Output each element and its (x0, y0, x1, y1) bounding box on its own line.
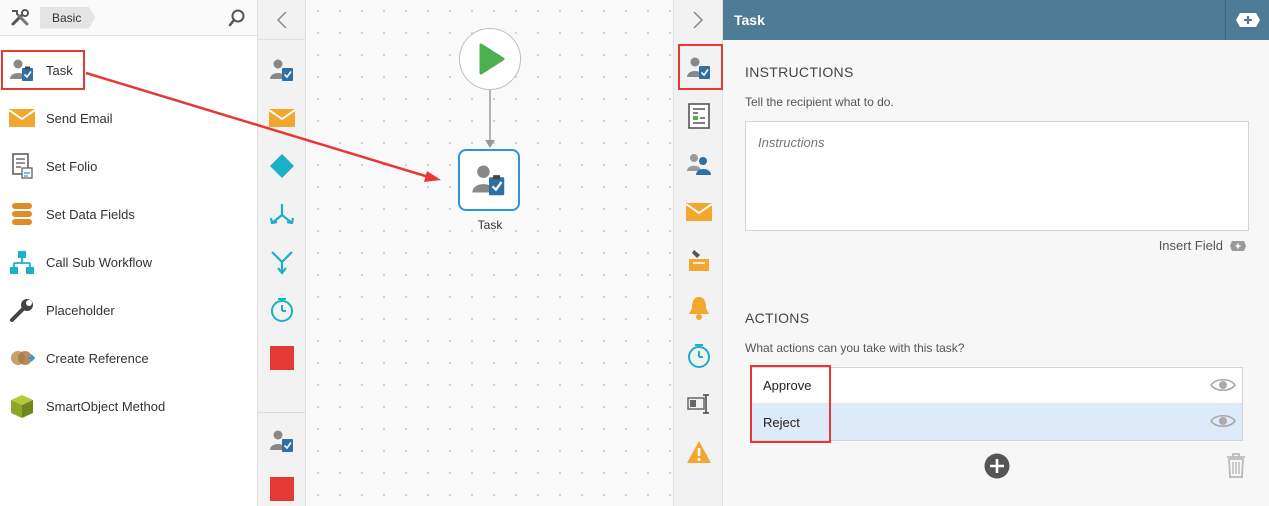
tool-label: Send Email (46, 110, 113, 126)
strip-envelope-icon[interactable] (258, 94, 306, 142)
tool-placeholder[interactable]: Placeholder (0, 286, 257, 334)
tool-label: Set Data Fields (46, 206, 135, 222)
search-icon[interactable] (227, 8, 247, 28)
strip-timer-icon[interactable] (258, 286, 306, 334)
chevron-right-icon (693, 11, 704, 29)
prop-inbox-icon[interactable] (674, 236, 724, 284)
envelope-icon (8, 104, 36, 132)
tool-set-folio[interactable]: Set Folio (0, 142, 257, 190)
prop-warning-icon[interactable] (674, 428, 724, 476)
trash-icon (1227, 453, 1245, 478)
start-node[interactable] (459, 28, 521, 90)
plus-tag-icon (1230, 240, 1246, 251)
tool-label: Placeholder (46, 302, 115, 318)
actions-description: What actions can you take with this task… (745, 341, 965, 355)
tool-create-reference[interactable]: Create Reference (0, 334, 257, 382)
properties-header: Task (723, 0, 1269, 40)
toolbox-header: Basic (0, 0, 257, 36)
instructions-description: Tell the recipient what to do. (745, 95, 894, 109)
tool-task[interactable]: Task (0, 46, 257, 94)
prop-recipients-icon[interactable] (674, 140, 724, 188)
data-fields-icon (8, 200, 36, 228)
task-node[interactable] (458, 149, 520, 211)
insert-field-label: Insert Field (1158, 238, 1223, 253)
reference-icon (8, 344, 36, 372)
insert-field-button[interactable]: Insert Field (1159, 238, 1247, 253)
task-node-label: Task (477, 218, 503, 232)
add-action-button[interactable] (984, 453, 1010, 482)
tool-call-sub-workflow[interactable]: Call Sub Workflow (0, 238, 257, 286)
collapse-right-button[interactable] (674, 0, 722, 40)
task-icon (472, 165, 505, 196)
prop-bell-icon[interactable] (674, 284, 724, 332)
actions-heading: ACTIONS (745, 310, 810, 326)
wrench-icon (8, 296, 36, 324)
folio-icon (8, 152, 36, 180)
smartobject-icon (8, 392, 36, 420)
prop-timer-icon[interactable] (674, 332, 724, 380)
delete-action-button[interactable] (1226, 452, 1246, 481)
play-icon (479, 43, 505, 75)
strip-merge-icon[interactable] (258, 238, 306, 286)
plus-tag-icon (1235, 13, 1260, 27)
eye-icon[interactable] (1210, 377, 1236, 393)
tool-send-email[interactable]: Send Email (0, 94, 257, 142)
breadcrumb[interactable]: Basic (40, 6, 96, 29)
properties-title: Task (734, 12, 765, 28)
prop-form-icon[interactable] (674, 92, 724, 140)
action-row-reject[interactable]: Reject (752, 404, 1242, 440)
tool-label: Set Folio (46, 158, 98, 174)
tool-smartobject-method[interactable]: SmartObject Method (0, 382, 257, 430)
toolbox-panel: Basic Task Send Email Set Folio Set Data… (0, 0, 258, 506)
strip-split-icon[interactable] (258, 190, 306, 238)
eye-icon[interactable] (1210, 413, 1236, 429)
header-add-button[interactable] (1225, 0, 1269, 40)
task-icon (8, 56, 36, 84)
action-label: Reject (763, 414, 800, 430)
prop-text-field-icon[interactable] (674, 380, 724, 428)
prop-task-icon[interactable] (674, 44, 724, 92)
tool-label: Task (46, 62, 73, 78)
tools-icon[interactable] (0, 0, 40, 36)
chevron-left-icon (276, 10, 287, 29)
instructions-heading: INSTRUCTIONS (745, 64, 854, 80)
prop-envelope-icon[interactable] (674, 188, 724, 236)
strip-task-icon-2[interactable] (258, 417, 306, 465)
plus-circle-icon (984, 453, 1010, 479)
instructions-input[interactable] (745, 121, 1249, 231)
properties-icon-strip (673, 0, 723, 506)
strip-decision-icon[interactable] (258, 142, 306, 190)
strip-task-icon[interactable] (258, 46, 306, 94)
properties-panel: Task INSTRUCTIONS Tell the recipient wha… (723, 0, 1269, 506)
tool-label: Call Sub Workflow (46, 254, 152, 270)
strip-end-icon[interactable] (258, 334, 306, 382)
strip-end-icon-2[interactable] (258, 465, 306, 506)
action-label: Approve (763, 378, 812, 393)
collapse-left-button[interactable] (258, 0, 305, 40)
toolbox-icon-strip (258, 0, 306, 506)
sub-workflow-icon (8, 248, 36, 276)
tool-label: SmartObject Method (46, 398, 166, 414)
actions-table: Approve Reject (751, 367, 1243, 441)
tool-list: Task Send Email Set Folio Set Data Field… (0, 36, 257, 430)
tool-label: Create Reference (46, 350, 149, 366)
tool-set-data-fields[interactable]: Set Data Fields (0, 190, 257, 238)
action-row-approve[interactable]: Approve (752, 368, 1242, 404)
strip-divider (258, 412, 305, 413)
